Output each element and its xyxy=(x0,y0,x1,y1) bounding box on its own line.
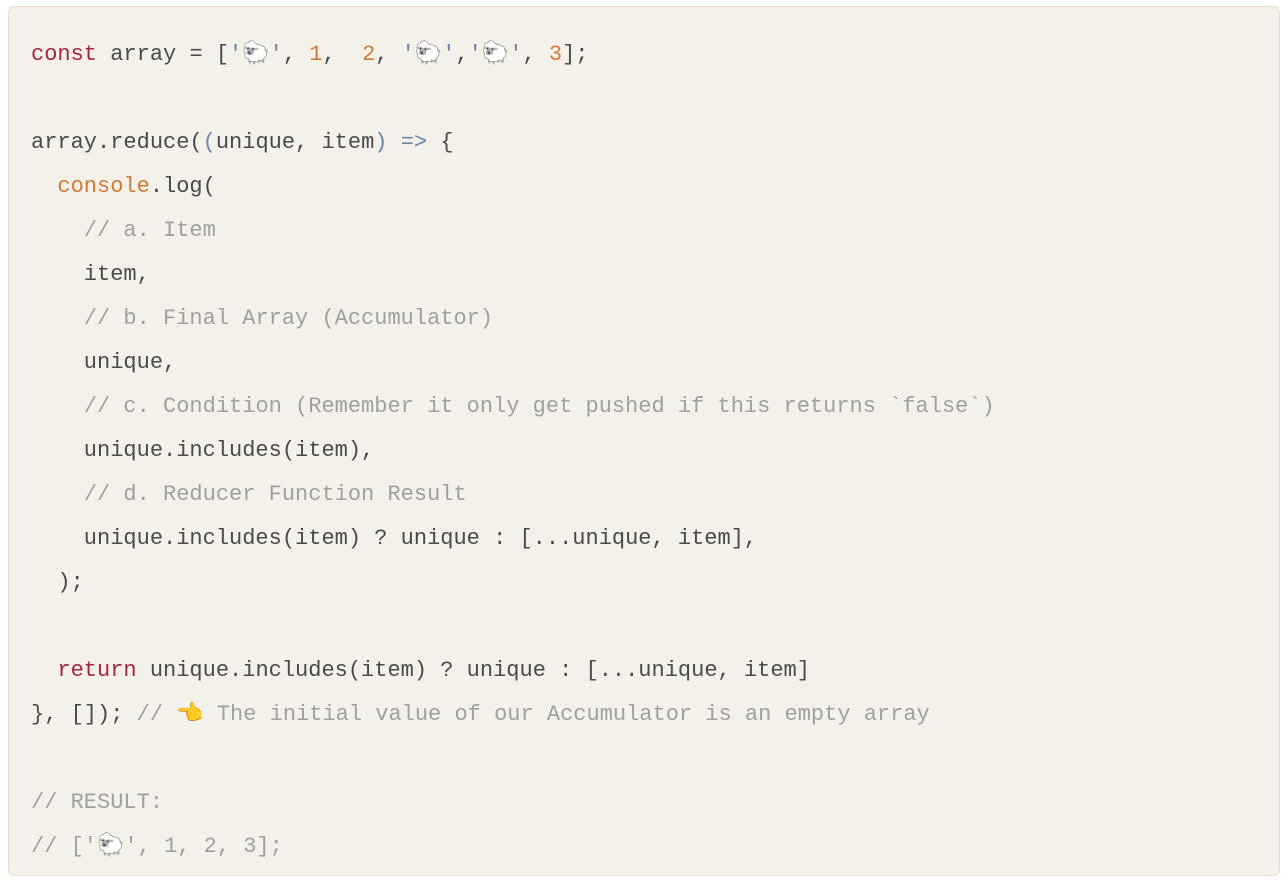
code-token: // a. Item xyxy=(84,218,216,243)
code-token: 1 xyxy=(309,42,322,67)
code-token: array.reduce( xyxy=(31,130,203,155)
code-token: '🐑' xyxy=(229,42,283,67)
code-token: // RESULT: xyxy=(31,790,163,815)
code-token xyxy=(31,394,84,419)
code-token: // ['🐑', 1, 2, 3]; xyxy=(31,834,283,859)
code-token: ( xyxy=(203,130,216,155)
code-token: , xyxy=(322,42,362,67)
code-token xyxy=(31,658,57,683)
code-token: console xyxy=(57,174,149,199)
code-token: 3 xyxy=(549,42,562,67)
code-token: = xyxy=(189,42,202,67)
code-token xyxy=(31,482,84,507)
code-token: 2 xyxy=(362,42,375,67)
code-token xyxy=(31,306,84,331)
code-token: , xyxy=(522,42,548,67)
code-token: unique.includes(item), xyxy=(31,438,374,463)
code-snippet: const array = ['🐑', 1, 2, '🐑','🐑', 3]; a… xyxy=(8,6,1280,876)
code-token xyxy=(31,218,84,243)
code-content: const array = ['🐑', 1, 2, '🐑','🐑', 3]; a… xyxy=(31,42,995,859)
code-token: }, []); xyxy=(31,702,137,727)
code-token: , xyxy=(283,42,309,67)
code-token: return xyxy=(57,658,136,683)
code-token: ) xyxy=(374,130,387,155)
code-token: // b. Final Array (Accumulator) xyxy=(84,306,493,331)
code-token: array xyxy=(97,42,189,67)
code-token: ]; xyxy=(562,42,588,67)
code-token: const xyxy=(31,42,97,67)
code-token: // c. Condition (Remember it only get pu… xyxy=(84,394,995,419)
code-token: // d. Reducer Function Result xyxy=(84,482,467,507)
code-token xyxy=(387,130,400,155)
code-token: item, xyxy=(31,262,150,287)
code-token: unique, xyxy=(31,350,176,375)
code-token: .log( xyxy=(150,174,216,199)
code-token: // 👈 The initial value of our Accumulato… xyxy=(137,702,930,727)
code-token: , xyxy=(375,42,401,67)
code-token xyxy=(31,174,57,199)
code-token: ); xyxy=(31,570,84,595)
code-token: '🐑' xyxy=(402,42,456,67)
code-token: { xyxy=(427,130,453,155)
code-token: unique.includes(item) ? unique : [...uni… xyxy=(31,526,757,551)
code-token: '🐑' xyxy=(469,42,523,67)
code-token: , xyxy=(455,42,468,67)
code-token: => xyxy=(401,130,427,155)
code-token: unique.includes(item) ? unique : [...uni… xyxy=(137,658,810,683)
code-token: unique, item xyxy=(216,130,374,155)
code-token: [ xyxy=(203,42,229,67)
